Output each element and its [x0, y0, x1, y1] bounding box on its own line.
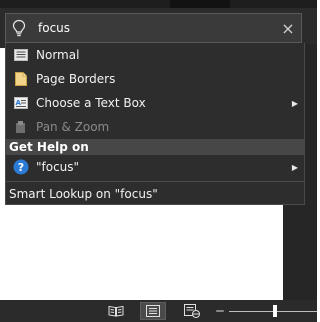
title-bar: [0, 0, 317, 8]
submenu-arrow-icon: ▶: [291, 98, 299, 108]
zoom-out-button[interactable]: ‒: [214, 302, 226, 320]
title-bar-segment: [170, 0, 230, 8]
search-input[interactable]: [32, 16, 275, 40]
page-borders-icon: [6, 67, 36, 91]
menu-item-label: Smart Lookup on "focus": [9, 187, 158, 201]
get-help-section-header: Get Help on: [6, 139, 304, 155]
svg-text:A: A: [16, 99, 22, 107]
lightbulb-icon: [6, 14, 32, 42]
menu-item-label: Choose a Text Box: [36, 96, 146, 110]
menu-item-normal[interactable]: Normal: [6, 43, 304, 67]
menu-item-label: Page Borders: [36, 72, 116, 86]
menu-item-choose-text-box[interactable]: A Choose a Text Box ▶: [6, 91, 304, 115]
menu-item-smart-lookup[interactable]: Smart Lookup on "focus": [6, 182, 304, 206]
menu-item-label: Normal: [36, 48, 80, 62]
submenu-arrow-icon: ▶: [291, 162, 299, 172]
document-page[interactable]: [0, 205, 283, 300]
read-mode-icon[interactable]: [103, 302, 129, 320]
normal-view-icon: [6, 43, 36, 67]
tell-me-search-box[interactable]: ×: [5, 13, 302, 43]
menu-item-page-borders[interactable]: Page Borders: [6, 67, 304, 91]
status-bar: ‒: [0, 300, 317, 322]
menu-item-pan-zoom: Pan & Zoom: [6, 115, 304, 139]
menu-item-label: "focus": [36, 160, 80, 174]
help-icon: ?: [6, 155, 36, 179]
pan-zoom-icon: [6, 115, 36, 139]
menu-item-help-focus[interactable]: ? "focus" ▶: [6, 155, 304, 179]
menu-item-label: Pan & Zoom: [36, 120, 110, 134]
close-icon[interactable]: ×: [275, 14, 301, 42]
svg-text:?: ?: [18, 161, 24, 174]
search-results-dropdown: Normal Page Borders A Choose a Text Box …: [5, 43, 305, 205]
text-box-icon: A: [6, 91, 36, 115]
print-layout-icon[interactable]: [140, 302, 166, 320]
web-layout-icon[interactable]: [179, 302, 205, 320]
zoom-slider-thumb[interactable]: [273, 305, 277, 317]
